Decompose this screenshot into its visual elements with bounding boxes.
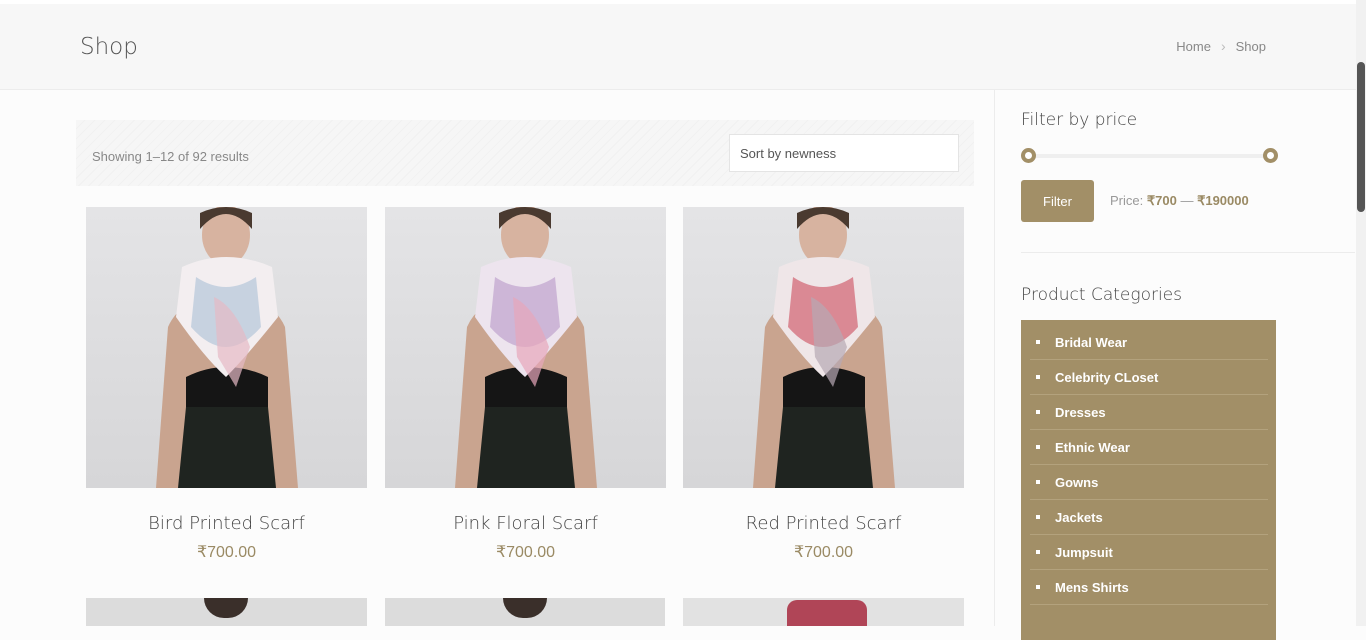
product-image[interactable] (683, 207, 964, 488)
category-item[interactable]: Jumpsuit (1030, 535, 1268, 570)
categories-title: Product Categories (1021, 285, 1182, 305)
category-label[interactable]: Dresses (1055, 405, 1106, 420)
product-card[interactable]: Pink Floral Scarf ₹700.00 (385, 207, 666, 562)
shop-toolbar: Showing 1–12 of 92 results Sort by newne… (76, 120, 974, 186)
category-label[interactable]: Mens Shirts (1055, 580, 1129, 595)
product-name[interactable]: Bird Printed Scarf (86, 513, 367, 534)
breadcrumb-home-link[interactable]: Home (1176, 39, 1211, 54)
sort-select[interactable]: Sort by newness (729, 134, 959, 172)
price-range-dash: — (1180, 193, 1194, 208)
price-min-value: ₹700 (1146, 193, 1177, 208)
price-slider-track (1027, 154, 1270, 158)
product-card[interactable]: Bird Printed Scarf ₹700.00 (86, 207, 367, 562)
price-slider-max-handle[interactable] (1263, 148, 1278, 163)
scrollbar-thumb[interactable] (1357, 62, 1365, 212)
sidebar-divider (994, 90, 995, 626)
filter-button[interactable]: Filter (1021, 180, 1094, 222)
product-name[interactable]: Pink Floral Scarf (385, 513, 666, 534)
product-image[interactable] (683, 598, 964, 626)
category-label[interactable]: Celebrity CLoset (1055, 370, 1158, 385)
bullet-icon (1036, 480, 1040, 484)
page-scrollbar[interactable] (1356, 0, 1366, 626)
result-count: Showing 1–12 of 92 results (92, 149, 249, 164)
product-card[interactable]: Red Printed Scarf ₹700.00 (683, 207, 964, 562)
sidebar: Filter by price Filter Price: ₹700 — ₹19… (1021, 110, 1355, 640)
category-item[interactable]: Ethnic Wear (1030, 430, 1268, 465)
category-item[interactable]: Jackets (1030, 500, 1268, 535)
category-item[interactable]: Mens Shirts (1030, 570, 1268, 605)
price-label-prefix: Price: (1110, 193, 1144, 208)
price-slider[interactable] (1021, 148, 1278, 164)
bullet-icon (1036, 375, 1040, 379)
bullet-icon (1036, 550, 1040, 554)
category-item[interactable]: Celebrity CLoset (1030, 360, 1268, 395)
price-max-value: ₹190000 (1197, 193, 1249, 208)
page-title: Shop (80, 34, 138, 60)
price-range-label: Price: ₹700 — ₹190000 (1110, 193, 1249, 209)
model-figure-icon (455, 207, 597, 488)
breadcrumb-separator-icon: › (1220, 38, 1226, 54)
product-image[interactable] (86, 207, 367, 488)
category-label[interactable]: Jumpsuit (1055, 545, 1113, 560)
product-price: ₹700.00 (793, 544, 854, 561)
bullet-icon (1036, 515, 1040, 519)
product-price: ₹700.00 (196, 544, 257, 561)
category-label[interactable]: Jackets (1055, 510, 1103, 525)
category-label[interactable]: Bridal Wear (1055, 335, 1127, 350)
bullet-icon (1036, 585, 1040, 589)
bullet-icon (1036, 340, 1040, 344)
bullet-icon (1036, 410, 1040, 414)
category-item[interactable]: Gowns (1030, 465, 1268, 500)
price-slider-min-handle[interactable] (1021, 148, 1036, 163)
model-figure-icon (753, 207, 895, 488)
product-image[interactable] (86, 598, 367, 626)
product-name[interactable]: Red Printed Scarf (683, 513, 964, 534)
price-filter-title: Filter by price (1021, 110, 1138, 130)
product-image[interactable] (385, 207, 666, 488)
categories-list: Bridal Wear Celebrity CLoset Dresses Ethnic… (1021, 320, 1276, 640)
product-price: ₹700.00 (495, 544, 556, 561)
widget-separator (1021, 252, 1355, 253)
model-figure-icon (156, 207, 298, 488)
page-header: Shop Home › Shop (0, 4, 1356, 90)
product-image[interactable] (385, 598, 665, 626)
category-item[interactable]: Bridal Wear (1030, 325, 1268, 360)
breadcrumb: Home › Shop (1176, 38, 1266, 54)
category-item[interactable]: Dresses (1030, 395, 1268, 430)
category-label[interactable]: Ethnic Wear (1055, 440, 1130, 455)
breadcrumb-current: Shop (1235, 38, 1266, 54)
category-label[interactable]: Gowns (1055, 475, 1098, 490)
bullet-icon (1036, 445, 1040, 449)
